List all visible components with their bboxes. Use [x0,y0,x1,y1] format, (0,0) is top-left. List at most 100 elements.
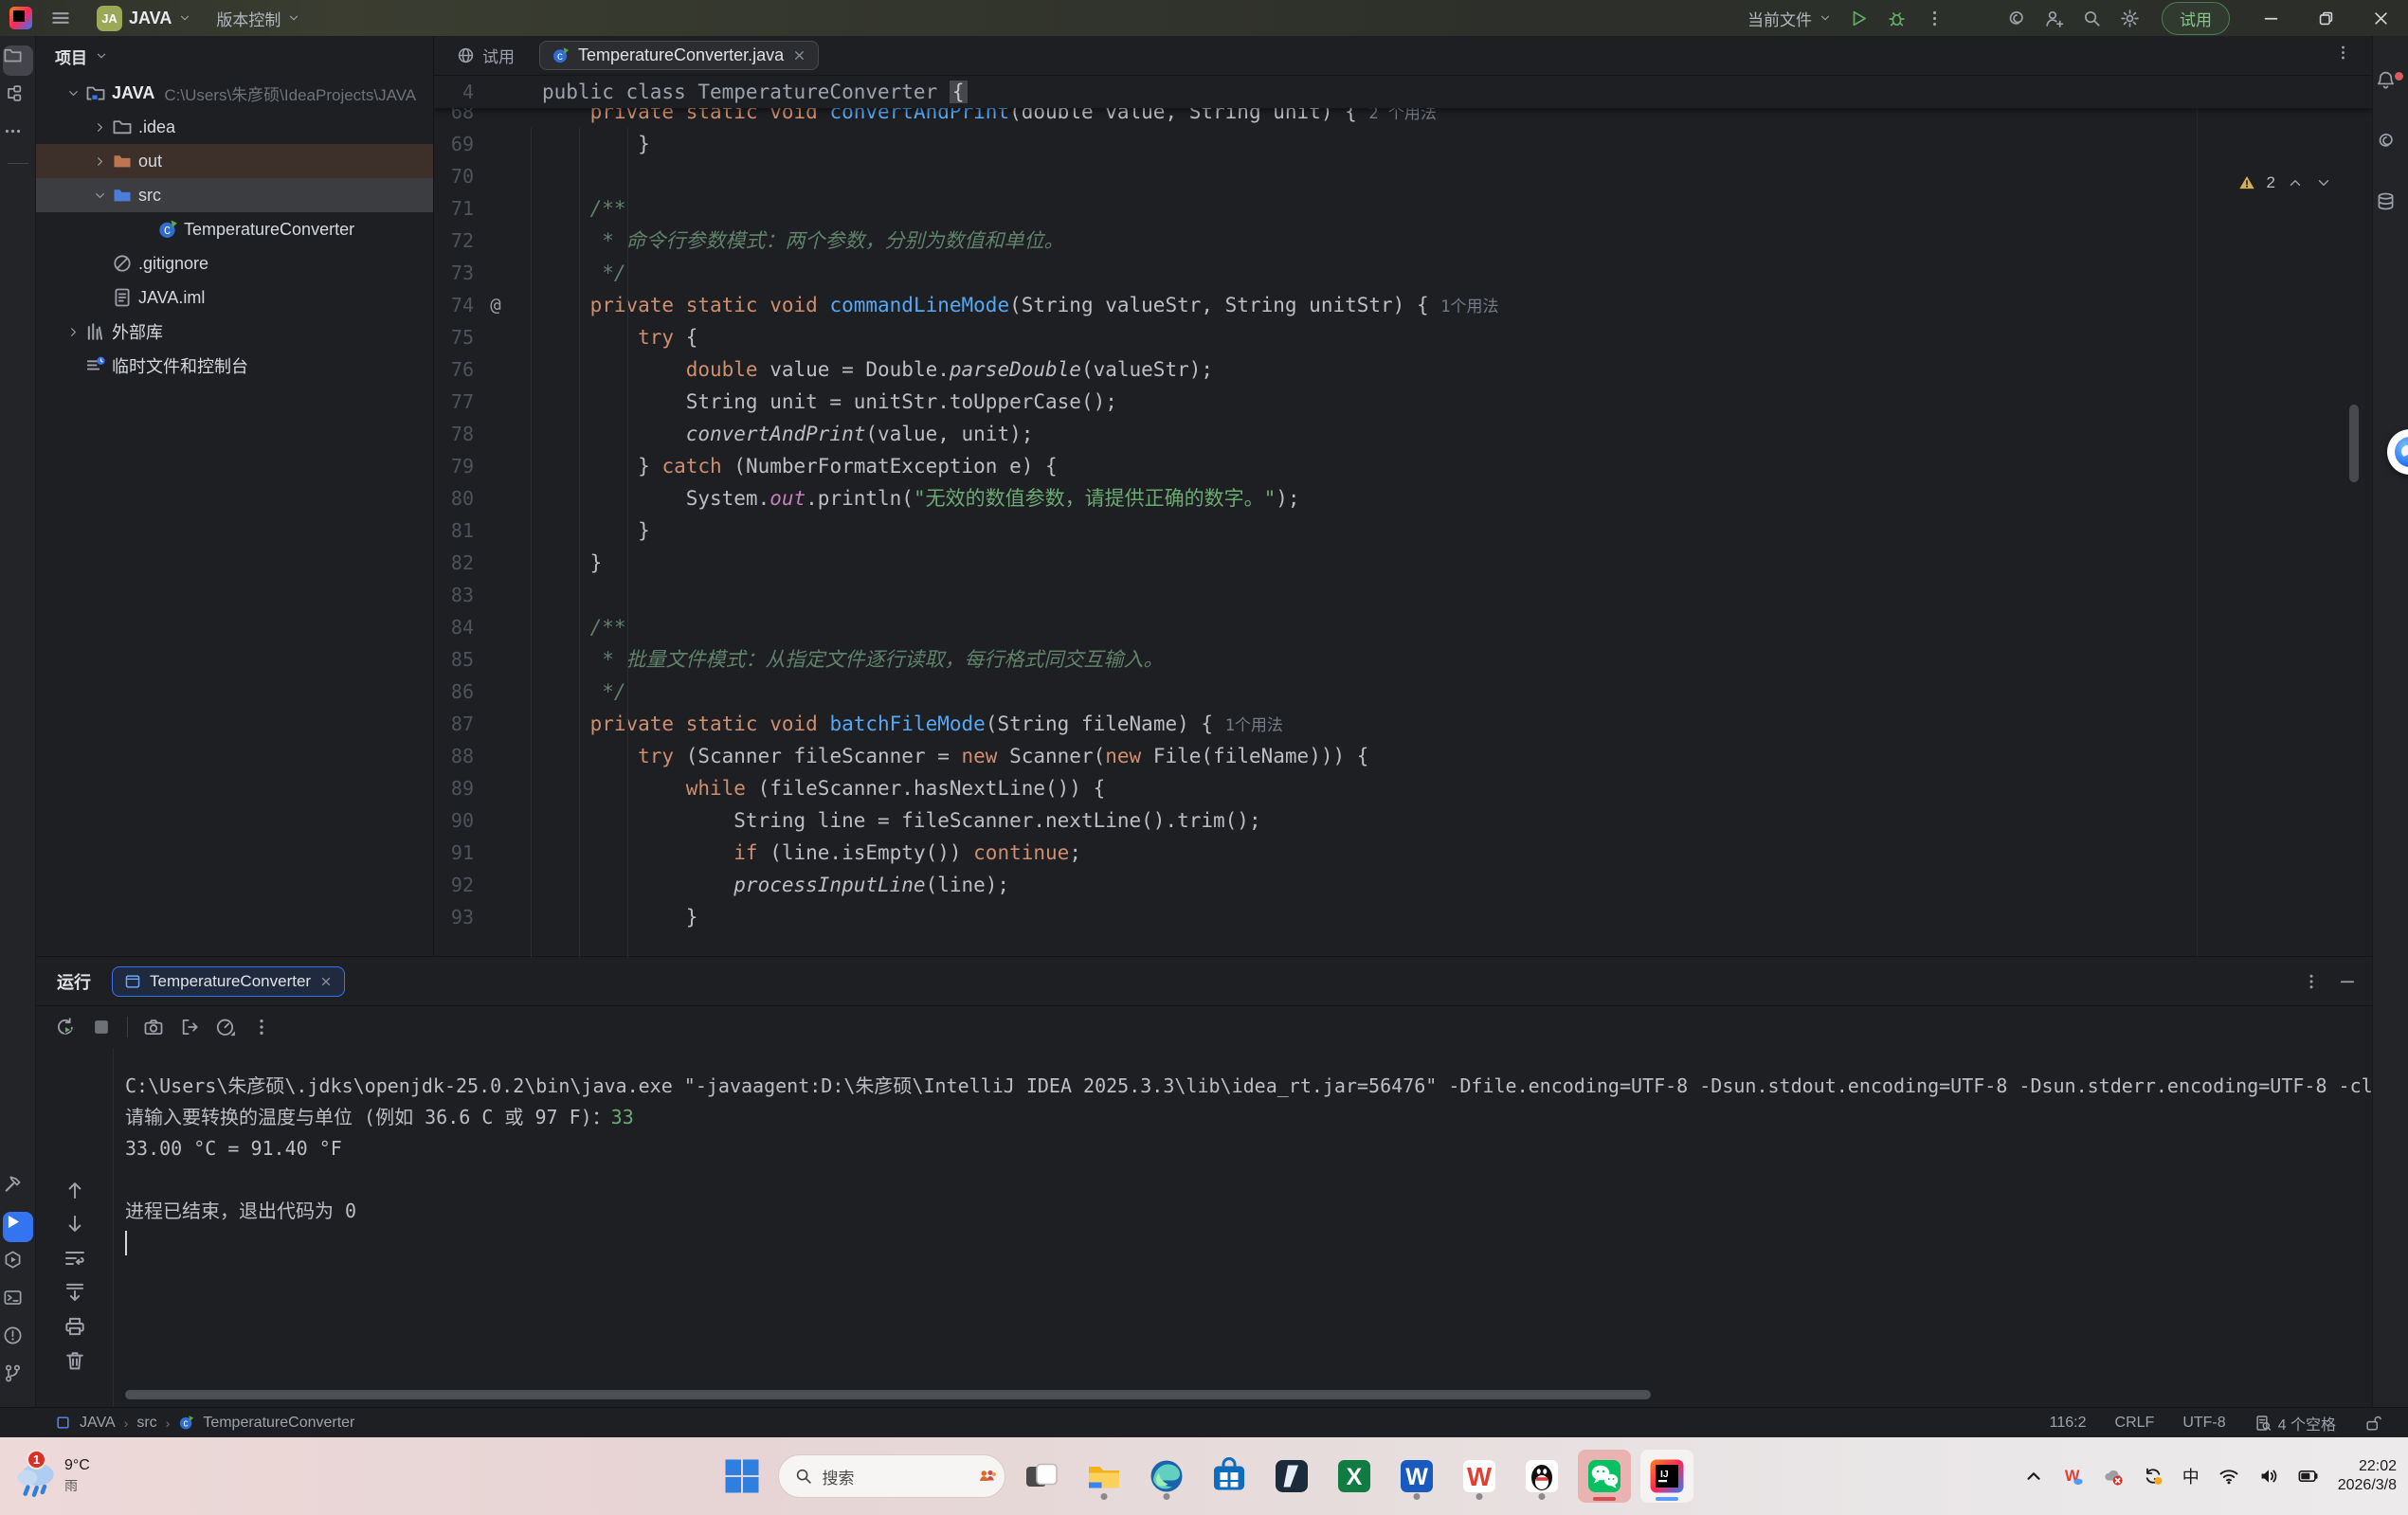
tree-item-临时文件和控制台[interactable]: 临时文件和控制台 [36,349,433,383]
next-problem-chevron-icon[interactable] [2315,174,2332,191]
restore-button[interactable] [2298,0,2353,36]
wechat-taskbar-button[interactable] [1578,1450,1631,1503]
excel-taskbar-button[interactable]: X [1328,1450,1381,1503]
chevron-right-icon[interactable] [63,321,83,342]
explorer-taskbar-button[interactable] [1077,1450,1131,1503]
line-separator[interactable]: CRLF [2115,1415,2155,1432]
build-tool-button[interactable] [3,1174,33,1204]
more-actions-button[interactable] [1915,4,1953,32]
run-tool-button[interactable] [3,1212,33,1242]
editor-tab-active[interactable]: C TemperatureConverter.java [539,41,819,70]
more-tool-button[interactable] [3,121,33,152]
taskbar-search[interactable]: 搜索 [778,1454,1005,1498]
qq-taskbar-button[interactable] [1515,1450,1568,1503]
arrow-down-button[interactable] [63,1213,86,1235]
chevron-right-icon[interactable] [89,117,110,137]
tree-item-java-iml[interactable]: JAVA.iml [36,280,433,315]
code-with-me-button[interactable] [2035,4,2073,32]
scroll-end-button[interactable] [63,1281,86,1304]
close-button[interactable] [2353,0,2408,36]
kebab-icon[interactable] [2302,972,2321,991]
tree-item-外部库[interactable]: 外部库 [36,315,433,349]
store-taskbar-button[interactable] [1203,1450,1256,1503]
database-tool-button[interactable] [2376,191,2406,222]
tree-item-out[interactable]: out [36,144,433,178]
tree-item-idea[interactable]: .idea [36,110,433,144]
git-tool-button[interactable] [3,1363,33,1394]
sync-icon[interactable] [2143,1466,2164,1487]
ime-indicator[interactable]: 中 [2182,1464,2200,1488]
wifi-icon[interactable] [2218,1466,2239,1487]
wps-cloud-icon[interactable]: W [2063,1466,2084,1487]
tree-item-java[interactable]: JAVAC:\Users\朱彦硕\IdeaProjects\JAVA [36,76,433,110]
arrow-up-button[interactable] [63,1179,86,1201]
camera-button[interactable] [143,1017,164,1037]
tree-item-gitignore[interactable]: .gitignore [36,246,433,280]
editor-vertical-scrollbar[interactable] [2349,405,2359,482]
terminal-tool-button[interactable] [3,1288,33,1318]
word-taskbar-button[interactable]: W [1390,1450,1443,1503]
darkapp-taskbar-button[interactable] [1265,1450,1318,1503]
code-area[interactable]: 4public class TemperatureConverter { 68 … [434,76,2372,957]
chevron-right-icon[interactable] [89,151,110,171]
search-everywhere-button[interactable] [2073,4,2110,32]
profiler-button[interactable] [215,1017,236,1037]
run-tab[interactable]: TemperatureConverter [112,966,345,997]
close-run-tab-icon[interactable] [319,975,333,988]
console-horizontal-scrollbar[interactable] [125,1390,1651,1399]
ai-assistant-tool-button[interactable] [2376,131,2406,161]
vcs-widget[interactable]: 版本控制 [208,4,308,33]
structure-tool-button[interactable] [3,83,33,114]
chevron-down-icon[interactable] [89,185,110,206]
run-configuration-selector[interactable]: 当前文件 [1740,4,1839,33]
problems-tool-button[interactable] [3,1326,33,1356]
trial-button[interactable]: 试用 [2162,2,2230,35]
project-widget[interactable]: JA JAVA [89,3,199,34]
hidden-icons-chevron-icon[interactable] [2023,1466,2044,1487]
close-tab-icon[interactable] [792,48,806,63]
start-button[interactable] [715,1450,769,1503]
taskview-taskbar-button[interactable] [1015,1450,1068,1503]
minimize-button[interactable] [2243,0,2298,36]
volume-icon[interactable] [2258,1466,2279,1487]
onedrive-error-icon[interactable] [2103,1466,2124,1487]
tree-item-src[interactable]: src [36,178,433,212]
inspections-widget[interactable]: 2 [2231,171,2340,195]
caret-position[interactable]: 116:2 [2050,1415,2087,1432]
clock[interactable]: 22:022026/3/8 [2338,1457,2397,1495]
edge-taskbar-button[interactable] [1140,1450,1193,1503]
project-folder-tool-button[interactable] [3,45,33,76]
export-button[interactable] [179,1017,200,1037]
trial-tab[interactable]: 试用 [457,44,515,67]
breadcrumb-item[interactable]: TemperatureConverter [203,1415,354,1432]
hide-panel-icon[interactable] [2338,972,2357,991]
run-button[interactable] [1839,4,1877,32]
breadcrumb-item[interactable]: JAVA [80,1415,116,1432]
soft-wrap-button[interactable] [63,1247,86,1270]
debug-button[interactable] [1877,4,1915,32]
wps-taskbar-button[interactable]: W [1453,1450,1506,1503]
battery-icon[interactable] [2298,1466,2319,1487]
settings-button[interactable] [2110,4,2148,32]
kebab-button[interactable] [251,1017,272,1037]
notifications-button[interactable] [2376,70,2406,100]
tab-options-button[interactable] [2334,44,2359,68]
idea-taskbar-button[interactable]: IJ [1640,1450,1693,1503]
services-tool-button[interactable] [3,1250,33,1280]
indent-setting[interactable]: 4 个空格 [2254,1412,2336,1434]
breadcrumb-item[interactable]: src [136,1415,156,1432]
stop-button[interactable] [91,1017,112,1037]
tree-item-temperatureconverter[interactable]: CTemperatureConverter [36,212,433,246]
console-output[interactable]: C:\Users\朱彦硕\.jdks\openjdk-25.0.2\bin\ja… [114,1048,2372,1407]
line-number: 89 [434,772,474,804]
project-panel-header[interactable]: 项目 [36,36,433,76]
readonly-toggle[interactable] [2364,1415,2381,1432]
rerun-button[interactable] [55,1017,76,1037]
prev-problem-chevron-icon[interactable] [2287,174,2304,191]
ai-assistant-button[interactable] [1997,4,2035,32]
print-button[interactable] [63,1315,86,1338]
file-encoding[interactable]: UTF-8 [2182,1415,2225,1432]
chevron-down-icon[interactable] [63,82,83,103]
clear-button[interactable] [63,1349,86,1372]
main-menu-button[interactable] [42,4,80,32]
